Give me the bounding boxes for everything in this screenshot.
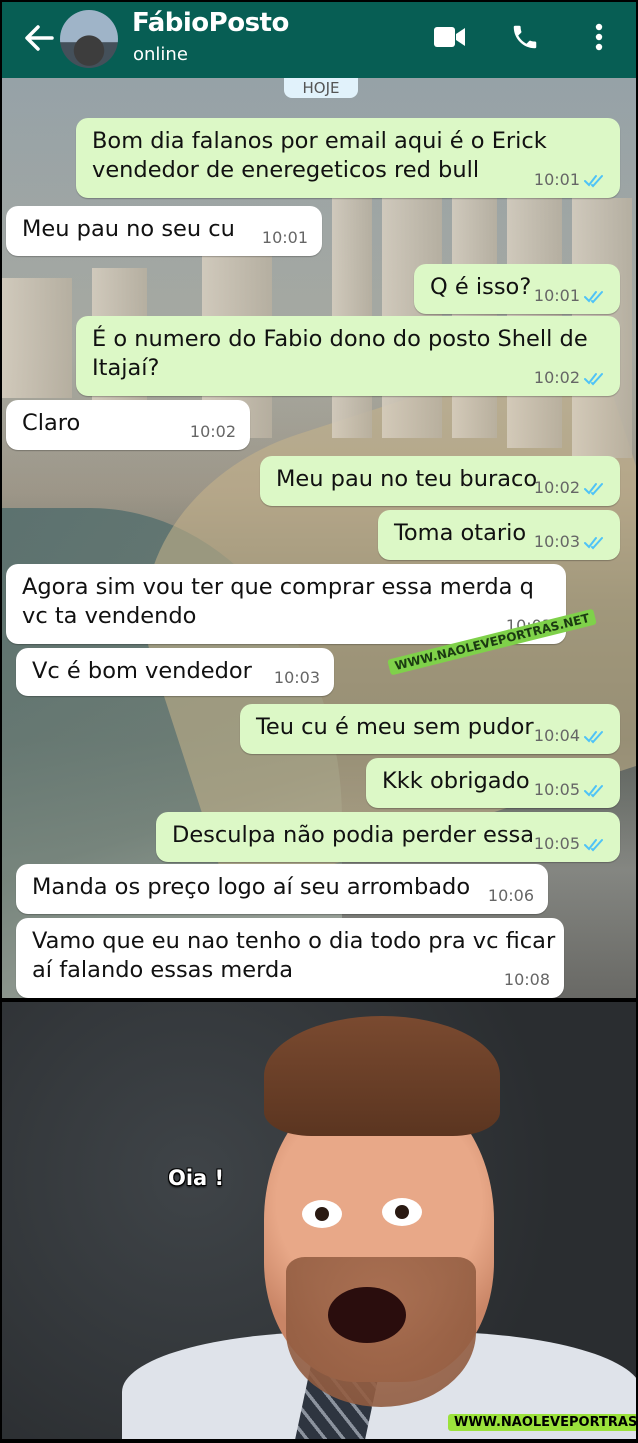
message-time: 10:02 <box>189 422 236 441</box>
incoming-message[interactable]: Claro 10:02 <box>6 400 250 450</box>
message-text: Manda os preço logo aí seu arrombado <box>32 874 471 900</box>
left-eye <box>302 1200 342 1228</box>
outgoing-message[interactable]: Meu pau no teu buraco 10:02 <box>260 456 620 506</box>
message-text: Vamo que eu nao tenho o dia todo pra vc … <box>32 928 556 983</box>
meme-frame: FábioPosto online HOJE Bom dia falanos p… <box>2 2 636 1439</box>
video-call-icon[interactable] <box>434 26 466 48</box>
message-meta: 10:01 <box>534 165 606 194</box>
read-receipt-icon <box>584 482 603 495</box>
message-time: 10:06 <box>487 886 534 905</box>
read-receipt-icon <box>584 372 603 385</box>
message-text: Vc é bom vendedor <box>32 658 252 684</box>
message-text: Meu pau no seu cu <box>22 216 235 242</box>
message-text: Q é isso? <box>430 274 532 300</box>
more-options-icon[interactable] <box>594 22 604 52</box>
message-time: 10:04 <box>533 726 580 745</box>
read-receipt-icon <box>584 838 603 851</box>
wallpaper-building <box>2 278 72 398</box>
chat-header: FábioPosto online <box>2 2 636 78</box>
message-text: É o numero do Fabio dono do posto Shell … <box>92 326 588 381</box>
phone-call-icon[interactable] <box>510 22 540 52</box>
reaction-photo: Oia ! WWW.NAOLEVEPORTRAS.NET <box>2 1002 636 1439</box>
incoming-message[interactable]: Meu pau no seu cu 10:01 <box>6 206 322 256</box>
read-receipt-icon <box>584 174 603 187</box>
message-text: Claro <box>22 410 81 436</box>
message-time: 10:05 <box>533 834 580 853</box>
outgoing-message[interactable]: É o numero do Fabio dono do posto Shell … <box>76 316 620 396</box>
outgoing-message[interactable]: Teu cu é meu sem pudor 10:04 <box>240 704 620 754</box>
message-meta: 10:04 <box>534 721 606 750</box>
incoming-message[interactable]: Manda os preço logo aí seu arrombado 10:0… <box>16 864 548 914</box>
outgoing-message[interactable]: Bom dia falanos por email aqui é o Erick… <box>76 118 620 198</box>
incoming-message[interactable]: Vc é bom vendedor 10:03 <box>16 648 334 696</box>
back-arrow-icon[interactable] <box>22 22 56 54</box>
read-receipt-icon <box>584 784 603 797</box>
contact-status: online <box>133 44 188 65</box>
message-meta: 10:02 <box>190 417 236 446</box>
incoming-message[interactable]: Agora sim vou ter que comprar essa merda… <box>6 564 566 644</box>
outgoing-message[interactable]: Toma otario 10:03 <box>378 510 620 560</box>
read-receipt-icon <box>584 536 603 549</box>
message-meta: 10:01 <box>534 281 606 310</box>
message-meta: 10:08 <box>504 965 550 994</box>
right-eye <box>382 1198 422 1226</box>
open-mouth <box>328 1287 406 1343</box>
caption: Oia ! <box>168 1166 225 1190</box>
message-time: 10:01 <box>533 170 580 189</box>
contact-avatar[interactable] <box>60 10 118 68</box>
message-meta: 10:01 <box>262 223 308 252</box>
message-meta: 10:05 <box>534 829 606 858</box>
outgoing-message[interactable]: Kkk obrigado 10:05 <box>366 758 620 808</box>
message-time: 10:02 <box>533 368 580 387</box>
message-meta: 10:06 <box>488 881 534 910</box>
chat-area[interactable]: HOJE Bom dia falanos por email aqui é o … <box>2 78 636 998</box>
message-text: Desculpa não podia perder essa <box>172 822 535 848</box>
message-meta: 10:03 <box>274 663 320 692</box>
message-text: Bom dia falanos por email aqui é o Erick… <box>92 128 547 183</box>
message-text: Kkk obrigado <box>382 768 530 794</box>
message-text: Meu pau no teu buraco <box>276 466 538 492</box>
message-text: Toma otario <box>394 520 527 546</box>
watermark-bottom: WWW.NAOLEVEPORTRAS.NET <box>448 1414 636 1431</box>
message-time: 10:05 <box>533 780 580 799</box>
message-time: 10:01 <box>533 286 580 305</box>
message-time: 10:08 <box>503 970 550 989</box>
outgoing-message[interactable]: Desculpa não podia perder essa 10:05 <box>156 812 620 862</box>
message-meta: 10:03 <box>534 527 606 556</box>
message-meta: 10:02 <box>534 363 606 392</box>
read-receipt-icon <box>584 290 603 303</box>
message-meta: 10:05 <box>534 775 606 804</box>
hair <box>264 1016 500 1136</box>
incoming-message[interactable]: Vamo que eu nao tenho o dia todo pra vc … <box>16 918 564 998</box>
wallpaper-building <box>332 188 372 438</box>
message-time: 10:02 <box>533 478 580 497</box>
message-time: 10:01 <box>261 228 308 247</box>
message-meta: 10:02 <box>534 473 606 502</box>
message-time: 10:03 <box>273 668 320 687</box>
date-chip: HOJE <box>284 78 358 98</box>
message-text: Agora sim vou ter que comprar essa merda… <box>22 574 534 629</box>
contact-name[interactable]: FábioPosto <box>132 8 289 38</box>
read-receipt-icon <box>584 730 603 743</box>
message-time: 10:03 <box>533 532 580 551</box>
outgoing-message[interactable]: Q é isso? 10:01 <box>414 264 620 314</box>
message-text: Teu cu é meu sem pudor <box>256 714 534 740</box>
